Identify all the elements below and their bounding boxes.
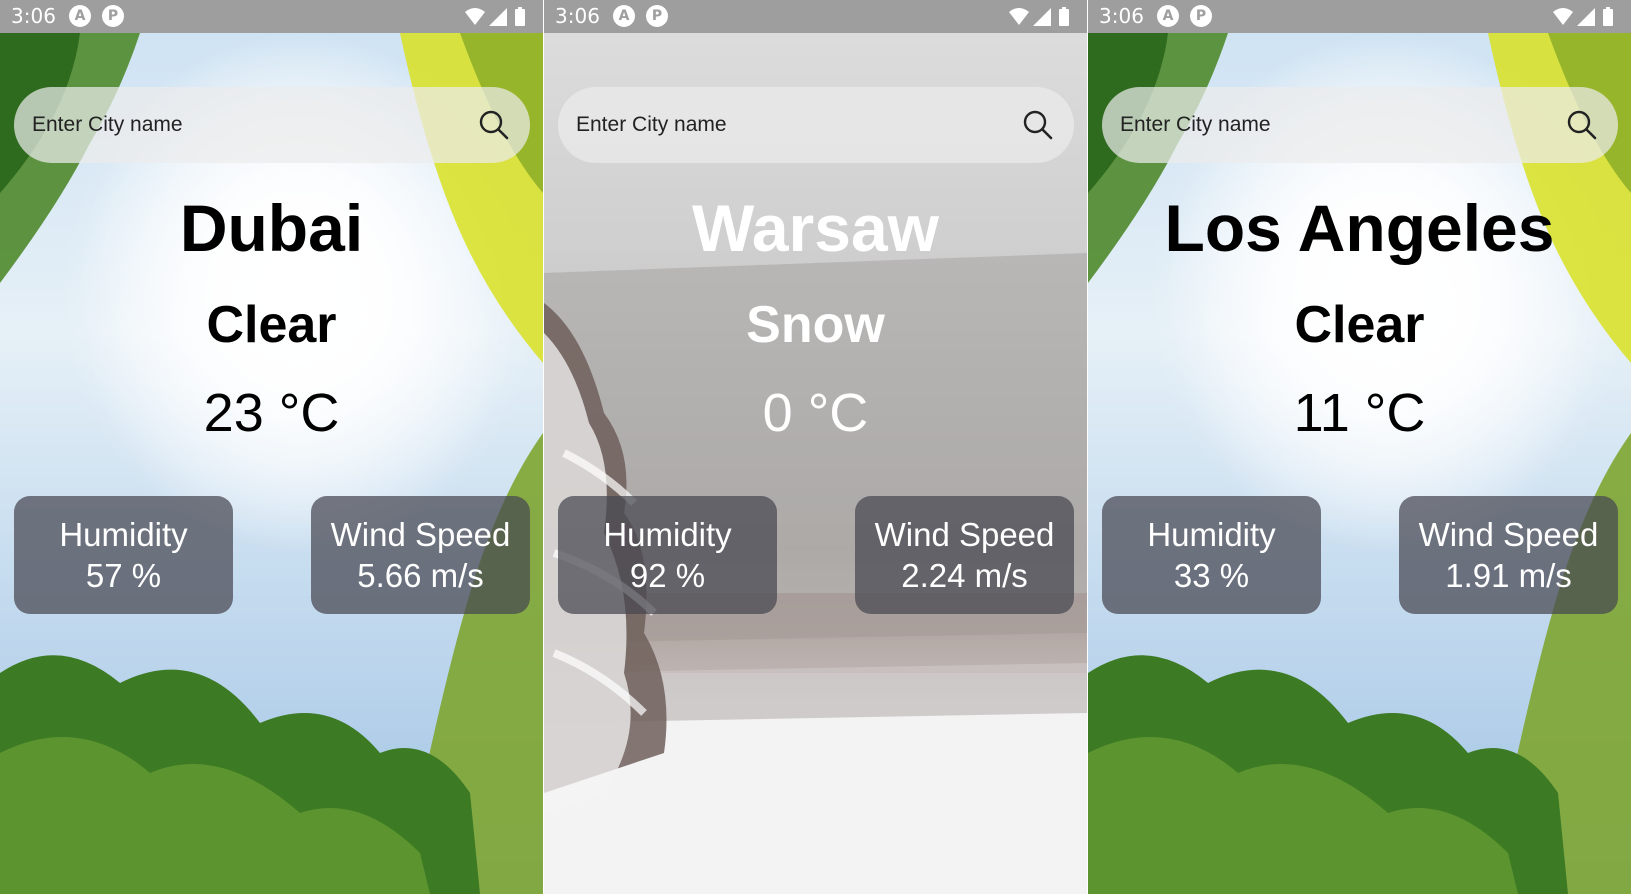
search-bar	[14, 87, 530, 163]
city-search-input[interactable]	[576, 87, 996, 163]
humidity-card: Humidity 57 %	[14, 496, 233, 614]
status-icons	[463, 6, 533, 28]
status-bar: 3:06 A P	[1088, 0, 1631, 33]
phone-screen-dubai: 3:06 A P Enter City name Dubai Clear 23 …	[0, 0, 543, 894]
city-name: Dubai	[179, 191, 364, 265]
humidity-value: 57 %	[85, 557, 162, 594]
search-icon[interactable]	[1022, 109, 1054, 141]
humidity-label: Humidity	[59, 516, 188, 553]
status-icons	[1007, 6, 1077, 28]
wind-speed-value: 2.24 m/s	[901, 557, 1028, 594]
signal-icon	[1577, 8, 1595, 26]
weather-condition: Snow	[746, 296, 885, 354]
city-search-input[interactable]	[1120, 87, 1540, 163]
humidity-label: Humidity	[1147, 516, 1276, 553]
battery-icon	[515, 7, 525, 26]
notification-app-icon: A	[1157, 5, 1179, 27]
status-time: 3:06	[11, 4, 56, 28]
wind-speed-label: Wind Speed	[874, 516, 1055, 553]
phone-screen-los-angeles: 3:06 A P Enter City name Los Angeles Cle…	[1088, 0, 1631, 894]
wind-speed-label: Wind Speed	[330, 516, 511, 553]
signal-icon	[1033, 8, 1051, 26]
city-search-input[interactable]	[32, 87, 452, 163]
wind-speed-card: Wind Speed 1.91 m/s	[1399, 496, 1618, 614]
temperature: 23 °C	[203, 383, 340, 443]
city-name: Los Angeles	[1164, 191, 1555, 265]
wifi-icon	[1553, 8, 1573, 25]
notification-app-icon: A	[613, 5, 635, 27]
humidity-card: Humidity 33 %	[1102, 496, 1321, 614]
wind-speed-value: 1.91 m/s	[1445, 557, 1572, 594]
signal-icon	[489, 8, 507, 26]
search-icon[interactable]	[478, 109, 510, 141]
search-bar	[1102, 87, 1618, 163]
status-bar: 3:06 A P	[0, 0, 543, 33]
weather-condition: Clear	[1294, 296, 1425, 354]
humidity-value: 92 %	[629, 557, 706, 594]
wind-speed-card: Wind Speed 5.66 m/s	[311, 496, 530, 614]
humidity-card: Humidity 92 %	[558, 496, 777, 614]
wifi-icon	[465, 8, 485, 25]
temperature: 0 °C	[762, 383, 869, 443]
notification-app-icon: A	[69, 5, 91, 27]
wind-speed-card: Wind Speed 2.24 m/s	[855, 496, 1074, 614]
phone-screen-warsaw: 3:06 A P Enter City name Warsaw Snow 0 °…	[544, 0, 1087, 894]
wifi-icon	[1009, 8, 1029, 25]
humidity-label: Humidity	[603, 516, 732, 553]
notification-app-icon: P	[1190, 5, 1212, 27]
status-time: 3:06	[1099, 4, 1144, 28]
notification-app-icon: P	[102, 5, 124, 27]
notification-app-icon: P	[646, 5, 668, 27]
status-time: 3:06	[555, 4, 600, 28]
weather-condition: Clear	[206, 296, 337, 354]
status-icons	[1551, 6, 1621, 28]
search-icon[interactable]	[1566, 109, 1598, 141]
battery-icon	[1603, 7, 1613, 26]
city-name: Warsaw	[692, 191, 939, 265]
battery-icon	[1059, 7, 1069, 26]
screenshot-stage: 3:06 A P Enter City name Dubai Clear 23 …	[0, 0, 1632, 894]
status-bar: 3:06 A P	[544, 0, 1087, 33]
search-bar	[558, 87, 1074, 163]
temperature: 11 °C	[1293, 383, 1426, 443]
humidity-value: 33 %	[1173, 557, 1250, 594]
wind-speed-label: Wind Speed	[1418, 516, 1599, 553]
wind-speed-value: 5.66 m/s	[357, 557, 484, 594]
